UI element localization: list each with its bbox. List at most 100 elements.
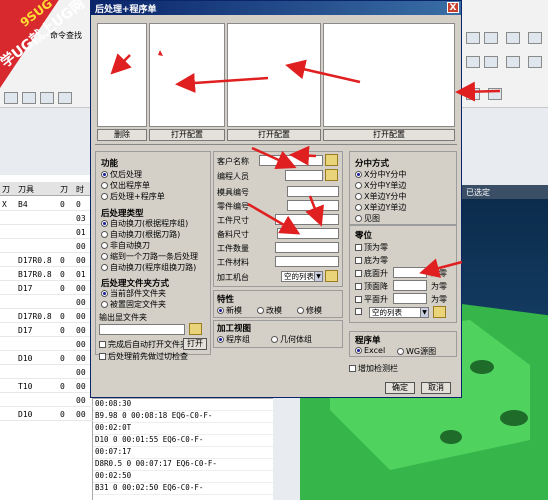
table-row[interactable]: T10 0 00 bbox=[0, 379, 93, 393]
table-cell: D17 bbox=[18, 284, 33, 293]
precheck-checkbox[interactable]: 后处理前先做过切检查 bbox=[99, 351, 188, 362]
folder-icon[interactable] bbox=[325, 270, 338, 282]
folder-icon[interactable] bbox=[433, 306, 446, 318]
plane-rise-input[interactable] bbox=[393, 293, 427, 304]
programmer-input[interactable] bbox=[285, 170, 323, 181]
toolbar-tool-icon[interactable] bbox=[466, 88, 480, 100]
toolbar-tool-icon[interactable] bbox=[484, 32, 498, 44]
open-config-button[interactable]: 打开配置 bbox=[323, 129, 455, 141]
open-config-button[interactable]: 打开配置 bbox=[227, 129, 321, 141]
table-row[interactable]: D17 0 00 bbox=[0, 281, 93, 295]
zero-option[interactable]: 顶面降 bbox=[355, 281, 388, 292]
table-row[interactable]: 00 bbox=[0, 239, 93, 253]
property-option[interactable]: 修模 bbox=[297, 305, 322, 316]
toolbar-tool-icon[interactable] bbox=[22, 92, 36, 104]
split-title: 分中方式 bbox=[355, 159, 390, 169]
function-option[interactable]: 仅后处理 bbox=[101, 169, 142, 180]
top-drop-input[interactable] bbox=[393, 280, 427, 291]
table-row: 00:07:17 bbox=[93, 447, 273, 459]
toolbar-tool-icon[interactable] bbox=[466, 56, 480, 68]
dialog-titlebar[interactable]: 后处理+程序单 X bbox=[91, 1, 461, 15]
post-type-option[interactable]: 自动换刀(根据程序组) bbox=[101, 218, 188, 229]
post-type-option[interactable]: 非自动换刀 bbox=[101, 240, 150, 251]
folder-icon[interactable] bbox=[189, 323, 202, 335]
toolbar-tool-icon[interactable] bbox=[58, 92, 72, 104]
post-type-option[interactable]: 缩到一个刀路一条后处理 bbox=[101, 251, 198, 262]
split-option[interactable]: X分中Y分中 bbox=[355, 169, 406, 180]
property-option[interactable]: 改模 bbox=[257, 305, 282, 316]
open-config-button[interactable]: 打开配置 bbox=[149, 129, 225, 141]
table-row[interactable]: X B4 0 0 bbox=[0, 197, 93, 211]
toolbar-tool-icon[interactable] bbox=[40, 92, 54, 104]
table-cell: T10 bbox=[18, 382, 33, 391]
zero-list-select[interactable]: 空的列表 ▼ bbox=[369, 307, 429, 318]
add-check-checkbox[interactable]: 增加检测栏 bbox=[349, 363, 398, 374]
output-folder-input[interactable] bbox=[99, 324, 185, 335]
work-size-label: 工件尺寸 bbox=[217, 216, 249, 225]
sheet-option[interactable]: Excel bbox=[355, 346, 385, 355]
zero-option[interactable]: 底为零 bbox=[355, 255, 388, 266]
navigator-header: 刀 刀具 刀 时 bbox=[0, 182, 93, 196]
part-hole bbox=[470, 360, 494, 374]
table-row[interactable]: 00 bbox=[0, 295, 93, 309]
mold-no-input[interactable] bbox=[287, 186, 339, 197]
toolbar-tool-icon[interactable] bbox=[506, 32, 520, 44]
table-row[interactable]: 00 bbox=[0, 337, 93, 351]
table-row[interactable]: D17R0.8 0 00 bbox=[0, 253, 93, 267]
part-no-input[interactable] bbox=[287, 200, 339, 211]
toolbar-tool-icon[interactable] bbox=[484, 56, 498, 68]
work-size-input[interactable] bbox=[275, 214, 339, 225]
work-qty-input[interactable] bbox=[275, 242, 339, 253]
folder-icon[interactable] bbox=[325, 169, 338, 181]
view-option[interactable]: 程序组 bbox=[217, 334, 250, 345]
post-type-option[interactable]: 自动换刀(程序组换刀路) bbox=[101, 262, 196, 273]
property-option[interactable]: 新模 bbox=[217, 305, 242, 316]
post-type-option[interactable]: 自动换刀(根据刀路) bbox=[101, 229, 180, 240]
sheet-option[interactable]: WG源图 bbox=[397, 346, 436, 357]
toolbar-tool-icon[interactable] bbox=[528, 32, 542, 44]
zero-option[interactable]: 顶为零 bbox=[355, 242, 388, 253]
table-row[interactable]: 00 bbox=[0, 393, 93, 407]
bottom-rise-input[interactable] bbox=[393, 267, 427, 278]
folder-icon[interactable] bbox=[325, 154, 338, 166]
folder-mode-option[interactable]: 当前部件文件夹 bbox=[101, 288, 166, 299]
table-row[interactable]: 01 bbox=[0, 225, 93, 239]
stock-size-input[interactable] bbox=[277, 228, 339, 239]
folder-mode-option[interactable]: 被置固定文件夹 bbox=[101, 299, 166, 310]
zero-option[interactable]: 平面升 bbox=[355, 294, 388, 305]
customer-input[interactable] bbox=[259, 155, 323, 166]
ok-button[interactable]: 确定 bbox=[385, 382, 415, 394]
table-cell: 0 bbox=[60, 410, 65, 419]
table-row[interactable]: 00 bbox=[0, 365, 93, 379]
table-cell: 0 bbox=[60, 382, 65, 391]
open-folder-button[interactable]: 打开 bbox=[183, 338, 207, 350]
view-option[interactable]: 几何体组 bbox=[271, 334, 312, 345]
zero-list-checkbox[interactable] bbox=[355, 308, 364, 315]
table-row[interactable]: D17 0 00 bbox=[0, 323, 93, 337]
table-cell: 00 bbox=[76, 396, 86, 405]
zero-option[interactable]: 底面升 bbox=[355, 268, 388, 279]
close-icon[interactable]: X bbox=[447, 2, 459, 13]
toolbar-tool-icon[interactable] bbox=[488, 88, 502, 100]
split-option[interactable]: X单边Y单边 bbox=[355, 202, 406, 213]
table-cell: 0 bbox=[76, 200, 81, 209]
split-option[interactable]: X分中Y单边 bbox=[355, 180, 406, 191]
function-option[interactable]: 后处理+程序单 bbox=[101, 191, 165, 202]
work-material-input[interactable] bbox=[275, 256, 339, 267]
table-row[interactable]: D10 0 00 bbox=[0, 351, 93, 365]
table-row[interactable]: D10 0 00 bbox=[0, 407, 93, 421]
toolbar-tool-icon[interactable] bbox=[466, 32, 480, 44]
table-row[interactable]: D17R0.8 0 00 bbox=[0, 309, 93, 323]
auto-open-checkbox[interactable]: 完成后自动打开文件夹 bbox=[99, 339, 188, 350]
split-option[interactable]: 见图 bbox=[355, 213, 380, 224]
cancel-button[interactable]: 取消 bbox=[421, 382, 451, 394]
table-row[interactable]: B17R0.8 0 01 bbox=[0, 267, 93, 281]
toolbar-tool-icon[interactable] bbox=[506, 56, 520, 68]
function-option[interactable]: 仅出程序单 bbox=[101, 180, 150, 191]
toolbar-tool-icon[interactable] bbox=[4, 92, 18, 104]
table-row[interactable]: 03 bbox=[0, 211, 93, 225]
delete-button[interactable]: 删除 bbox=[97, 129, 147, 141]
toolbar-tool-icon[interactable] bbox=[528, 56, 542, 68]
machine-select[interactable]: 空的列表 ▼ bbox=[281, 271, 323, 282]
split-option[interactable]: X单边Y分中 bbox=[355, 191, 406, 202]
